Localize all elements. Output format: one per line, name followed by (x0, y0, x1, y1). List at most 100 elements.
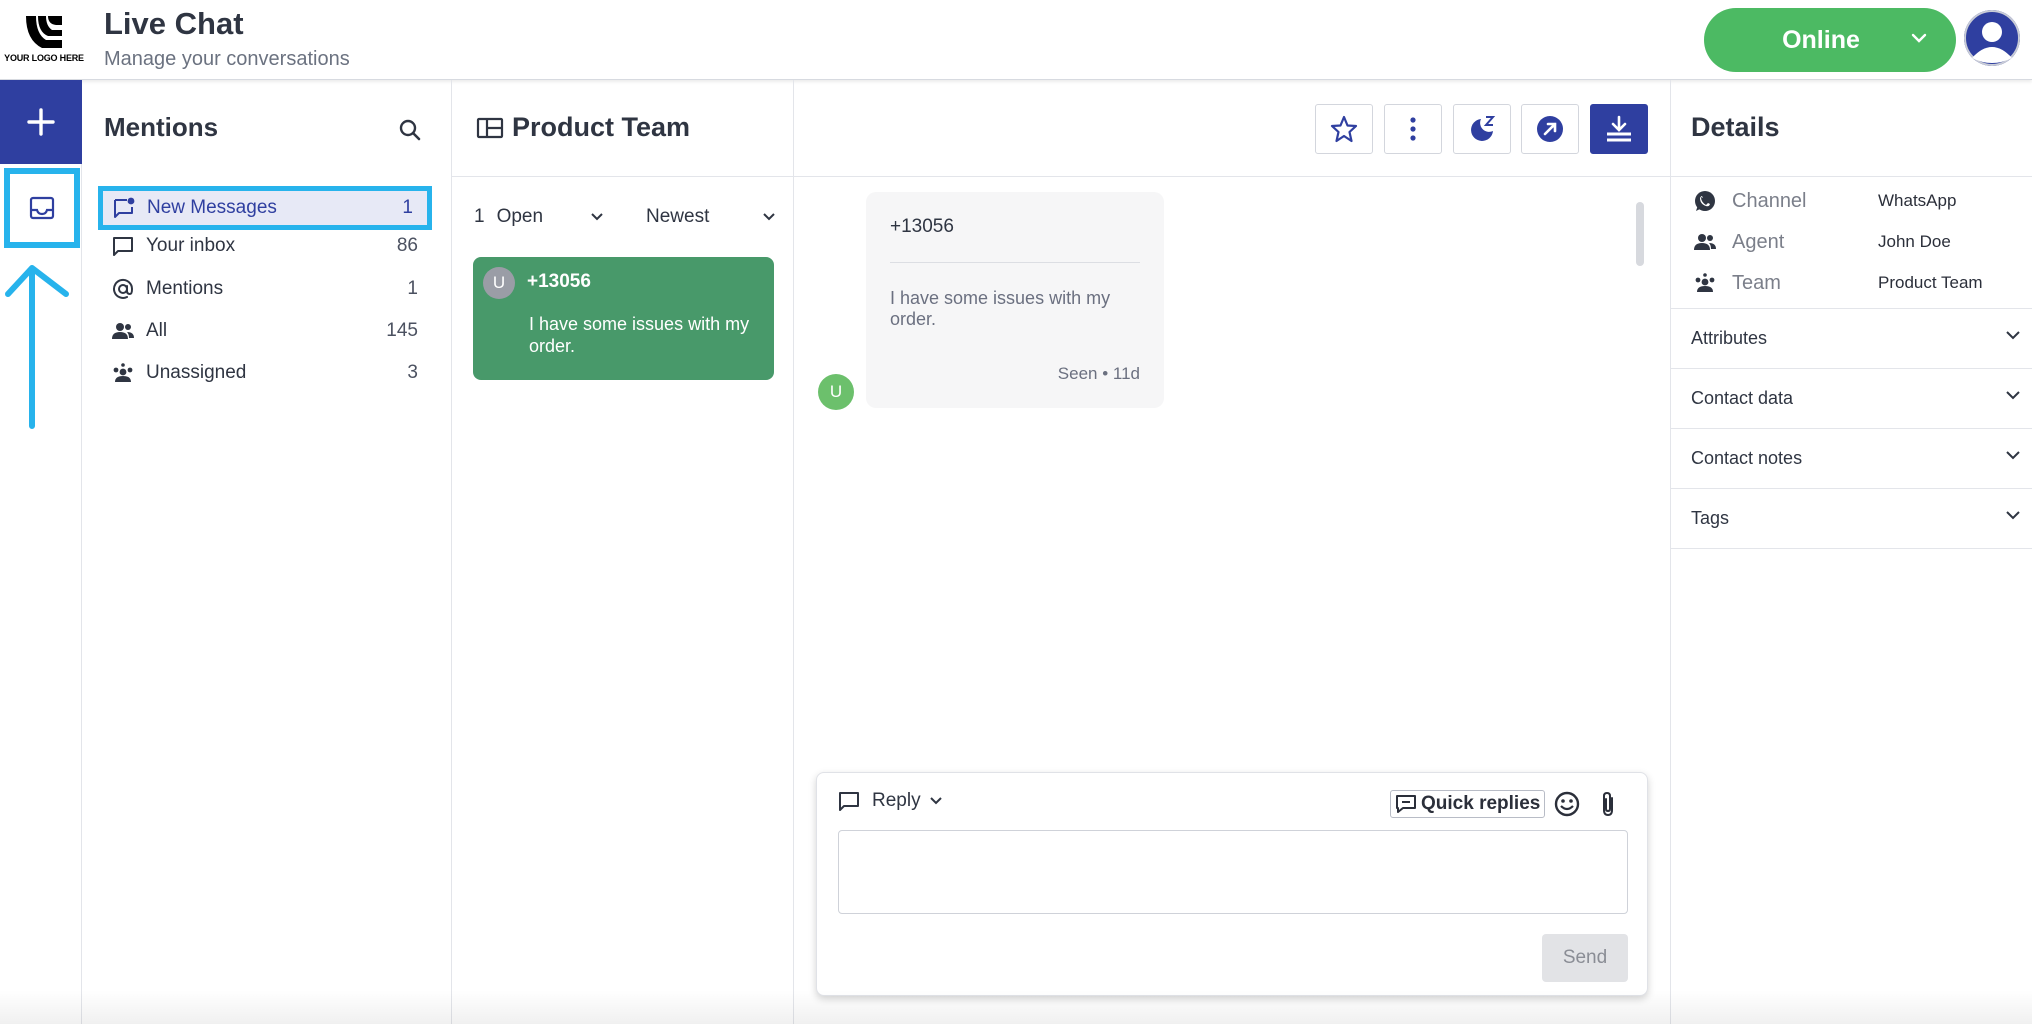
company-logo: YOUR LOGO HERE (4, 10, 84, 66)
reply-mode-label: Reply (872, 790, 921, 811)
quick-reply-icon (1396, 795, 1416, 813)
accordion-tags[interactable]: Tags (1670, 488, 2032, 548)
details-title: Details (1691, 112, 1780, 142)
detail-row-team: Team Product Team (1692, 268, 2022, 298)
star-button[interactable] (1315, 104, 1373, 154)
snooze-button[interactable] (1453, 104, 1511, 154)
page-subtitle: Manage your conversations (104, 48, 350, 70)
nav-label: Mentions (146, 278, 224, 299)
nav-count: 1 (407, 278, 418, 299)
nav-item-unassigned[interactable]: Unassigned 3 (102, 353, 432, 393)
accordion-contact-notes[interactable]: Contact notes (1670, 428, 2032, 488)
new-message-icon (113, 197, 135, 219)
message-sender: +13056 (890, 216, 954, 237)
accordion-label: Tags (1691, 508, 1730, 528)
detail-key: Agent (1732, 230, 1785, 253)
chevron-down-icon (1911, 33, 1927, 43)
nav-count: 1 (402, 197, 413, 218)
chat-bubble-icon (112, 235, 134, 257)
filter-status: Open (496, 206, 544, 227)
nav-count: 145 (386, 320, 418, 341)
logo-mark-icon (26, 16, 62, 48)
sort-dropdown[interactable]: Newest (646, 206, 776, 228)
plus-icon (27, 108, 55, 136)
emoji-button[interactable] (1553, 790, 1581, 818)
reply-mode-dropdown[interactable]: Reply (838, 790, 943, 812)
whatsapp-icon (1692, 188, 1718, 214)
send-button[interactable]: Send (1542, 934, 1628, 982)
status-filter-dropdown[interactable]: 1 Open (474, 206, 604, 228)
quick-replies-label: Quick replies (1421, 793, 1541, 814)
team-title: Product Team (512, 112, 691, 142)
accordion-label: Contact data (1691, 388, 1794, 408)
user-avatar-icon (1964, 10, 2020, 66)
nav-item-mentions[interactable]: Mentions 1 (102, 269, 432, 309)
nav-item-your-inbox[interactable]: Your inbox 86 (102, 226, 432, 266)
conversation-card[interactable]: U +13056 I have some issues with my orde… (473, 257, 774, 380)
more-options-button[interactable] (1384, 104, 1442, 154)
layout-panel-icon[interactable] (476, 116, 504, 140)
attach-button[interactable] (1596, 790, 1620, 818)
mentions-title: Mentions (104, 112, 219, 142)
chat-scrollbar[interactable] (1636, 202, 1644, 266)
user-avatar[interactable] (1964, 10, 2020, 66)
divider (890, 262, 1140, 263)
chevron-down-icon (2006, 451, 2020, 460)
users-icon (1692, 229, 1718, 255)
snooze-icon (1471, 116, 1496, 141)
detail-row-channel: Channel WhatsApp (1692, 186, 2022, 216)
quick-replies-button[interactable]: Quick replies (1390, 790, 1546, 818)
nav-label: Unassigned (146, 362, 247, 383)
nav-label: New Messages (147, 197, 277, 218)
message-preview: I have some issues with my order. (529, 314, 750, 356)
nav-item-all[interactable]: All 145 (102, 311, 432, 351)
detail-key: Team (1732, 271, 1781, 294)
at-icon (112, 278, 134, 300)
more-vertical-icon (1410, 117, 1416, 141)
inbox-nav-button[interactable] (4, 168, 80, 248)
star-icon (1330, 115, 1358, 143)
accordion-label: Attributes (1691, 328, 1768, 348)
contact-name: +13056 (527, 271, 591, 292)
accordion-contact-data[interactable]: Contact data (1670, 368, 2032, 428)
nav-item-new-messages[interactable]: New Messages 1 (98, 186, 432, 230)
online-status-dropdown[interactable]: Online (1704, 8, 1956, 72)
chevron-down-icon (763, 213, 775, 221)
users-icon (112, 320, 134, 342)
contact-avatar: U (483, 267, 515, 299)
new-conversation-button[interactable] (0, 80, 82, 164)
accordion-attributes[interactable]: Attributes (1670, 308, 2032, 368)
forward-button[interactable] (1521, 104, 1579, 154)
chevron-down-icon (2006, 511, 2020, 520)
chevron-down-icon (929, 797, 942, 805)
details-panel (1670, 80, 2032, 1024)
group-icon (1692, 270, 1718, 296)
group-icon (112, 362, 134, 384)
message-bubble: +13056 I have some issues with my order.… (866, 192, 1164, 408)
detail-key: Channel (1732, 189, 1807, 212)
accordion-label: Contact notes (1691, 448, 1803, 468)
message-meta: Seen • 11d (1057, 364, 1140, 383)
search-button[interactable] (396, 116, 424, 144)
logo-text: YOUR LOGO HERE (4, 53, 84, 63)
filter-count: 1 (474, 206, 485, 227)
chevron-down-icon (2006, 391, 2020, 400)
inbox-tray-icon (29, 196, 55, 220)
tutorial-arrow-icon (5, 265, 69, 429)
nav-count: 3 (407, 362, 418, 383)
download-button[interactable] (1590, 104, 1648, 154)
status-label: Online (1782, 25, 1860, 54)
divider (1670, 176, 2032, 177)
sort-label: Newest (646, 206, 710, 227)
detail-value: Product Team (1878, 273, 1983, 292)
message-text: I have some issues with my order. (890, 288, 1111, 329)
divider (1670, 548, 2032, 549)
reply-input[interactable] (838, 830, 1628, 914)
sender-avatar: U (818, 374, 854, 410)
nav-label: All (146, 320, 168, 341)
nav-count: 86 (396, 235, 418, 256)
download-icon (1607, 115, 1631, 142)
detail-row-agent: Agent John Doe (1692, 227, 2022, 257)
page-title: Live Chat (104, 6, 244, 41)
divider (452, 176, 794, 177)
